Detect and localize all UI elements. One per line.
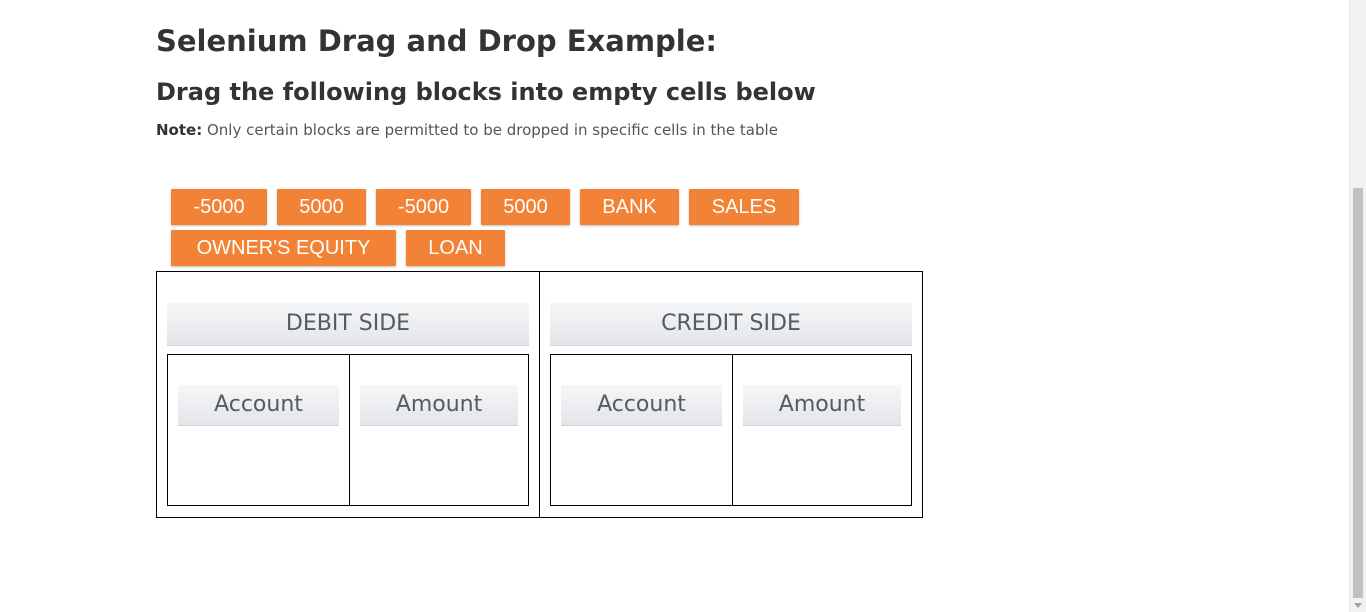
credit-account-header: Account	[561, 385, 722, 426]
page: Selenium Drag and Drop Example: Drag the…	[0, 0, 1366, 612]
debit-amount-header: Amount	[360, 385, 518, 426]
vertical-scrollbar[interactable]	[1349, 0, 1366, 612]
block-sales[interactable]: SALES	[689, 189, 799, 225]
block-minus-5000-a[interactable]: -5000	[171, 189, 267, 225]
block-bank[interactable]: BANK	[580, 189, 679, 225]
credit-amount-header: Amount	[743, 385, 901, 426]
note-label: Note:	[156, 121, 203, 139]
credit-side-header: CREDIT SIDE	[550, 303, 912, 346]
ledger-table: DEBIT SIDE Account Amount CREDIT SIDE Ac…	[156, 271, 923, 518]
page-title: Selenium Drag and Drop Example:	[156, 24, 717, 58]
block-5000-a[interactable]: 5000	[277, 189, 366, 225]
block-5000-b[interactable]: 5000	[481, 189, 570, 225]
ledger-divider	[539, 272, 540, 517]
note-text: Note: Only certain blocks are permitted …	[156, 121, 778, 139]
debit-account-header: Account	[178, 385, 339, 426]
credit-amount-drop-zone[interactable]	[743, 431, 901, 499]
debit-cells: Account Amount	[167, 354, 529, 506]
block-loan[interactable]: LOAN	[406, 230, 505, 266]
debit-amount-drop-zone[interactable]	[360, 431, 518, 499]
debit-side-header: DEBIT SIDE	[167, 303, 529, 346]
note-body: Only certain blocks are permitted to be …	[202, 121, 778, 139]
scroll-down-arrow-icon[interactable]	[1354, 603, 1362, 608]
credit-account-drop-zone[interactable]	[561, 431, 722, 499]
credit-cell-divider	[732, 355, 733, 505]
scrollbar-thumb[interactable]	[1353, 188, 1363, 598]
credit-cells: Account Amount	[550, 354, 912, 506]
block-minus-5000-b[interactable]: -5000	[376, 189, 471, 225]
debit-account-drop-zone[interactable]	[178, 431, 339, 499]
debit-cell-divider	[349, 355, 350, 505]
page-subtitle: Drag the following blocks into empty cel…	[156, 78, 816, 106]
block-owners-equity[interactable]: OWNER'S EQUITY	[171, 230, 396, 266]
